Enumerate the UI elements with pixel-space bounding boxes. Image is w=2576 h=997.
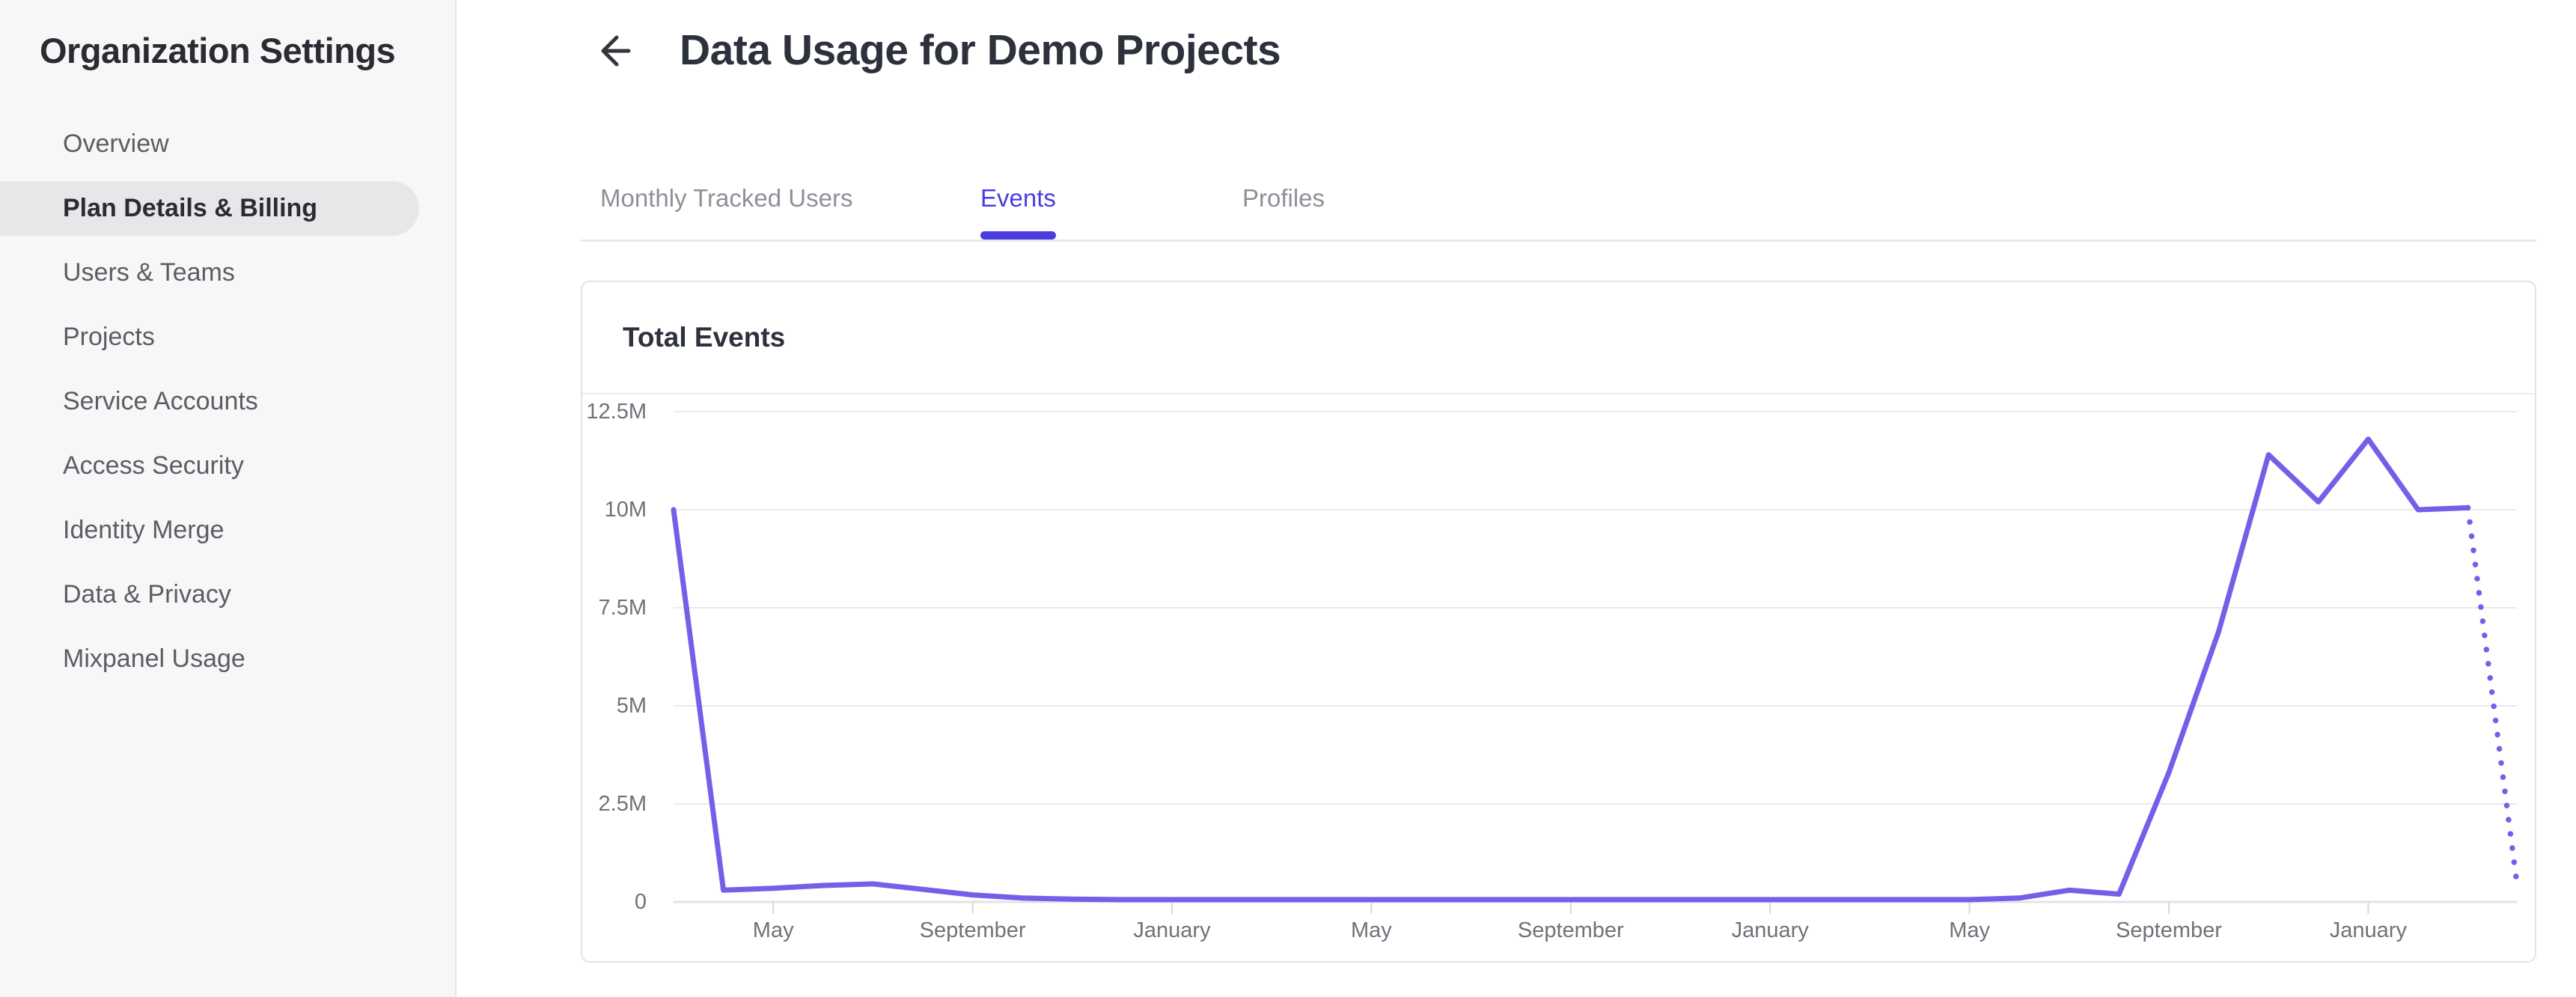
tab-profiles[interactable]: Profiles (1242, 157, 1325, 240)
back-button[interactable] (591, 30, 633, 72)
y-axis-label: 2.5M (598, 792, 647, 816)
card-title: Total Events (623, 322, 786, 353)
total-events-card: Total Events (581, 281, 2536, 963)
sidebar: Organization Settings Overview Plan Detai… (0, 0, 457, 997)
y-axis-label: 5M (616, 694, 647, 718)
x-axis-label: May (752, 918, 794, 942)
sidebar-item-mixpanel-usage[interactable]: Mixpanel Usage (0, 632, 419, 686)
x-axis-label: January (1731, 918, 1809, 942)
x-axis-label: January (2329, 918, 2407, 942)
tab-bar: Monthly Tracked Users Events Profiles (581, 157, 2536, 242)
tab-monthly-tracked-users[interactable]: Monthly Tracked Users (600, 157, 852, 240)
sidebar-item-data-privacy[interactable]: Data & Privacy (0, 567, 419, 622)
x-axis-label: May (1350, 918, 1392, 942)
y-axis-label: 12.5M (586, 400, 647, 424)
x-axis-label: May (1949, 918, 1990, 942)
tab-events[interactable]: Events (980, 157, 1056, 240)
x-axis-label: September (2116, 918, 2222, 942)
sidebar-nav: Overview Plan Details & Billing Users & Te… (0, 117, 457, 696)
y-axis-label: 0 (634, 890, 647, 914)
sidebar-item-service-accounts[interactable]: Service Accounts (0, 374, 419, 429)
card-header: Total Events (582, 282, 2535, 394)
sidebar-item-projects[interactable]: Projects (0, 310, 419, 365)
sidebar-item-plan-details-billing[interactable]: Plan Details & Billing (0, 181, 419, 236)
y-axis-label: 10M (604, 498, 647, 522)
sidebar-item-identity-merge[interactable]: Identity Merge (0, 503, 419, 558)
x-axis-label: January (1133, 918, 1211, 942)
sidebar-item-access-security[interactable]: Access Security (0, 439, 419, 493)
page-title: Data Usage for Demo Projects (680, 26, 1281, 74)
x-axis-label: September (919, 918, 1026, 942)
sidebar-item-users-teams[interactable]: Users & Teams (0, 246, 419, 300)
y-axis-label: 7.5M (598, 596, 647, 620)
page: Organization Settings Overview Plan Detai… (0, 0, 2576, 997)
sidebar-title: Organization Settings (40, 31, 396, 70)
x-axis-label: September (1517, 918, 1624, 942)
sidebar-item-overview[interactable]: Overview (0, 117, 419, 171)
left-arrow-icon (591, 35, 633, 74)
